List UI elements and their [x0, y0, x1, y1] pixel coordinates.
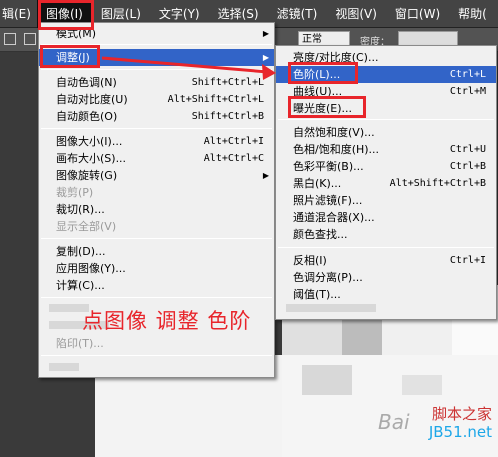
watermark: 脚本之家 JB51.net: [429, 405, 492, 441]
menu-filter[interactable]: 滤镜(T): [268, 0, 327, 28]
menu-item-duplicate[interactable]: 复制(D)...: [39, 243, 274, 260]
menu-item-reveal-all: 显示全部(V): [56, 220, 117, 233]
menu-window[interactable]: 窗口(W): [386, 0, 449, 28]
blurred-menu-item: [49, 363, 79, 371]
menu-edit[interactable]: 辑(E): [0, 0, 37, 28]
menu-item-color-balance[interactable]: 色彩平衡(B)... Ctrl+B: [276, 158, 496, 175]
tool-option-icon[interactable]: [24, 33, 36, 45]
annotation-text: 点图像 调整 色阶: [82, 309, 252, 333]
highlight-box-image-menu: [38, 0, 94, 30]
highlight-box-adjust: [40, 45, 100, 68]
watermark-logo: Bai: [378, 410, 410, 434]
menu-item-threshold[interactable]: 阈值(T)...: [276, 286, 496, 303]
menu-item-canvas-size[interactable]: 画布大小(S)... Alt+Ctrl+C: [39, 150, 274, 167]
highlight-box-levels: [288, 62, 358, 84]
menu-item-auto-color[interactable]: 自动颜色(O) Shift+Ctrl+B: [39, 108, 274, 125]
menu-item-vibrance[interactable]: 自然饱和度(V)...: [276, 124, 496, 141]
menu-item-trap: 陷印(T)...: [56, 337, 104, 350]
blurred-menu-item: [286, 304, 376, 312]
menu-item-color-lookup[interactable]: 颜色查找...: [276, 226, 496, 243]
menu-item-crop: 裁剪(P): [56, 186, 94, 199]
menu-item-hue-saturation[interactable]: 色相/饱和度(H)... Ctrl+U: [276, 141, 496, 158]
watermark-site-url: JB51.net: [428, 423, 492, 441]
highlight-box-exposure: [288, 96, 366, 118]
menu-item-black-white[interactable]: 黑白(K)... Alt+Shift+Ctrl+B: [276, 175, 496, 192]
menu-item-channel-mixer[interactable]: 通道混合器(X)...: [276, 209, 496, 226]
menu-item-photo-filter[interactable]: 照片滤镜(F)...: [276, 192, 496, 209]
menu-item-auto-tone[interactable]: 自动色调(N) Shift+Ctrl+L: [39, 74, 274, 91]
tool-option-icon[interactable]: [4, 33, 16, 45]
menu-help[interactable]: 帮助(: [449, 0, 496, 28]
menu-item-image-size[interactable]: 图像大小(I)... Alt+Ctrl+I: [39, 133, 274, 150]
submenu-arrow-icon: ▶: [262, 53, 269, 62]
menu-item-calculations[interactable]: 计算(C)...: [39, 277, 274, 294]
menu-item-apply-image[interactable]: 应用图像(Y)...: [39, 260, 274, 277]
menu-item-trim[interactable]: 裁切(R)...: [39, 201, 274, 218]
adjust-submenu: 亮度/对比度(C)... 色阶(L)... Ctrl+L 曲线(U)... Ctrl…: [275, 45, 497, 320]
menu-item-image-rotation[interactable]: 图像旋转(G) ▶: [39, 167, 274, 184]
menu-view[interactable]: 视图(V): [326, 0, 386, 28]
watermark-site-name: 脚本之家: [431, 405, 492, 423]
menu-item-auto-contrast[interactable]: 自动对比度(U) Alt+Shift+Ctrl+L: [39, 91, 274, 108]
menu-item-posterize[interactable]: 色调分离(P)...: [276, 269, 496, 286]
menu-item-invert[interactable]: 反相(I) Ctrl+I: [276, 252, 496, 269]
